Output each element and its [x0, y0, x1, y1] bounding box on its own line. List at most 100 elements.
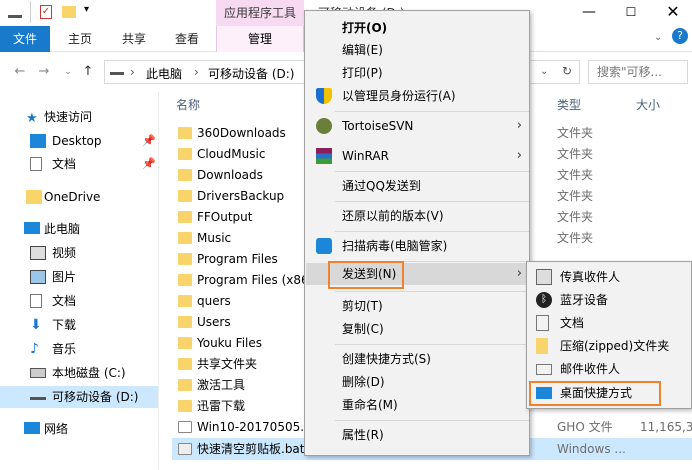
file-type: GHO 文件	[557, 420, 613, 434]
send-to-highlight-box	[328, 261, 404, 289]
table-row[interactable]: 快速清空剪贴板.bat	[172, 439, 312, 460]
address-dropdown-icon[interactable]: ⌄	[540, 66, 548, 77]
file-name: 激活工具	[197, 378, 246, 392]
table-row[interactable]: Program Files (x86	[172, 270, 312, 291]
quick-access-dropdown-icon[interactable]: ▾	[84, 4, 89, 15]
ribbon-expand-icon[interactable]: ⌄	[654, 32, 662, 43]
new-folder-icon[interactable]	[62, 6, 76, 18]
column-header-type[interactable]: 类型	[557, 96, 581, 113]
pin-icon[interactable]: 📌	[142, 153, 156, 175]
sidebar-item-label: 本地磁盘 (C:)	[52, 366, 126, 380]
forward-icon[interactable]: →	[36, 62, 52, 82]
drive-icon	[8, 6, 22, 18]
menu-item-copy[interactable]: 复制(C)	[306, 318, 530, 340]
folder-icon	[178, 316, 192, 328]
sidebar-item-desktop[interactable]: Desktop 📌	[0, 130, 158, 152]
file-type: 文件夹	[557, 210, 594, 224]
table-row[interactable]: 360Downloads	[172, 123, 312, 144]
table-row[interactable]: Users	[172, 312, 312, 333]
table-row[interactable]: CloudMusic	[172, 144, 312, 165]
menu-item-tortoisesvn[interactable]: TortoiseSVN ›	[306, 115, 530, 137]
file-name: Youku Files	[197, 336, 263, 350]
submenu-item-fax[interactable]: 传真收件人	[528, 266, 692, 288]
folder-icon	[178, 400, 192, 412]
sidebar-item-documents-pc[interactable]: 文档	[0, 290, 158, 312]
minimize-button[interactable]: —	[574, 1, 604, 23]
menu-item-print[interactable]: 打印(P)	[306, 62, 530, 84]
table-row[interactable]: quers	[172, 291, 312, 312]
tab-view[interactable]: 查看	[175, 26, 199, 52]
table-row[interactable]: Music	[172, 228, 312, 249]
sidebar-item-local-disk[interactable]: 本地磁盘 (C:)	[0, 362, 158, 384]
menu-item-edit[interactable]: 编辑(E)	[306, 39, 530, 61]
menu-item-rename[interactable]: 重命名(M)	[306, 394, 530, 416]
sidebar-item-downloads[interactable]: ⬇ 下载	[0, 314, 158, 336]
table-row[interactable]: 激活工具	[172, 375, 312, 396]
submenu-item-bluetooth[interactable]: ᛒ 蓝牙设备	[528, 289, 692, 311]
sidebar-item-music[interactable]: ♪ 音乐	[0, 338, 158, 360]
sidebar-item-label: 下载	[52, 318, 77, 332]
back-icon[interactable]: ←	[12, 62, 28, 82]
sidebar-item-label: 快速访问	[44, 110, 93, 124]
table-row[interactable]: Downloads	[172, 165, 312, 186]
up-icon[interactable]: ↑	[80, 62, 96, 82]
properties-icon[interactable]: ✓	[40, 5, 52, 19]
menu-item-send-via-qq[interactable]: 通过QQ发送到	[306, 175, 530, 197]
sidebar-item-network[interactable]: 网络	[0, 418, 158, 440]
tab-file[interactable]: 文件	[0, 26, 50, 52]
table-row[interactable]: Program Files	[172, 249, 312, 270]
table-row[interactable]: Youku Files	[172, 333, 312, 354]
breadcrumb-current[interactable]: 可移动设备 (D:)	[208, 65, 294, 82]
tab-home[interactable]: 主页	[68, 26, 92, 52]
table-row[interactable]: 共享文件夹	[172, 354, 312, 375]
breadcrumb-separator[interactable]: ›	[130, 65, 135, 79]
sidebar-item-label: 网络	[44, 422, 69, 436]
table-row[interactable]: 迅雷下载	[172, 396, 312, 417]
file-name: Program Files	[197, 252, 278, 266]
menu-item-open[interactable]: 打开(O)	[306, 17, 530, 39]
file-name: Music	[197, 231, 232, 245]
submenu-item-documents[interactable]: 文档	[528, 312, 692, 334]
music-icon: ♪	[30, 341, 39, 357]
table-row[interactable]: DriversBackup	[172, 186, 312, 207]
tab-manage[interactable]: 管理	[216, 26, 304, 52]
menu-item-cut[interactable]: 剪切(T)	[306, 295, 530, 317]
submenu-item-zip-folder[interactable]: 压缩(zipped)文件夹	[528, 335, 692, 357]
sidebar-item-videos[interactable]: 视频	[0, 242, 158, 264]
column-header-size[interactable]: 大小	[636, 96, 660, 113]
menu-item-create-shortcut[interactable]: 创建快捷方式(S)	[306, 348, 530, 370]
close-button[interactable]: ✕	[658, 1, 688, 23]
pin-icon[interactable]: 📌	[142, 130, 156, 152]
refresh-icon[interactable]: ↻	[562, 64, 572, 78]
sidebar-item-this-pc[interactable]: 此电脑	[0, 218, 158, 240]
table-row[interactable]: FFOutput	[172, 207, 312, 228]
sidebar-item-quick-access[interactable]: ★ 快速访问	[0, 106, 158, 128]
menu-item-scan-virus[interactable]: 扫描病毒(电脑管家)	[306, 235, 530, 257]
column-header-name[interactable]: 名称	[176, 96, 200, 113]
menu-item-delete[interactable]: 删除(D)	[306, 371, 530, 393]
submenu-item-mail-recipient[interactable]: 邮件收件人	[528, 358, 692, 380]
search-input[interactable]: 搜索"可移...	[588, 60, 688, 84]
folder-icon	[178, 274, 192, 286]
maximize-button[interactable]: ☐	[616, 1, 646, 23]
menu-item-run-as-admin[interactable]: 以管理员身份运行(A)	[306, 85, 530, 107]
sidebar-item-pictures[interactable]: 图片	[0, 266, 158, 288]
zip-folder-icon	[536, 338, 548, 354]
breadcrumb-this-pc[interactable]: 此电脑	[146, 65, 182, 82]
document-icon	[30, 157, 42, 171]
file-name: CloudMusic	[197, 147, 266, 161]
tab-share[interactable]: 共享	[122, 26, 146, 52]
table-row[interactable]: Win10-20170505.G	[172, 417, 313, 438]
sidebar-item-removable-drive[interactable]: 可移动设备 (D:)	[0, 386, 158, 408]
menu-item-properties[interactable]: 属性(R)	[306, 424, 530, 446]
sidebar-item-onedrive[interactable]: OneDrive	[0, 186, 158, 208]
recent-locations-icon[interactable]: ⌄	[60, 62, 76, 82]
menu-item-restore-versions[interactable]: 还原以前的版本(V)	[306, 205, 530, 227]
file-size: 11,165,3	[640, 420, 692, 434]
help-icon[interactable]: ?	[672, 28, 688, 44]
sidebar-item-documents[interactable]: 文档 📌	[0, 153, 158, 175]
breadcrumb-separator[interactable]: ›	[194, 65, 199, 79]
pane-divider[interactable]	[158, 92, 159, 470]
cloud-folder-icon	[26, 190, 42, 204]
menu-item-winrar[interactable]: WinRAR ›	[306, 145, 530, 167]
